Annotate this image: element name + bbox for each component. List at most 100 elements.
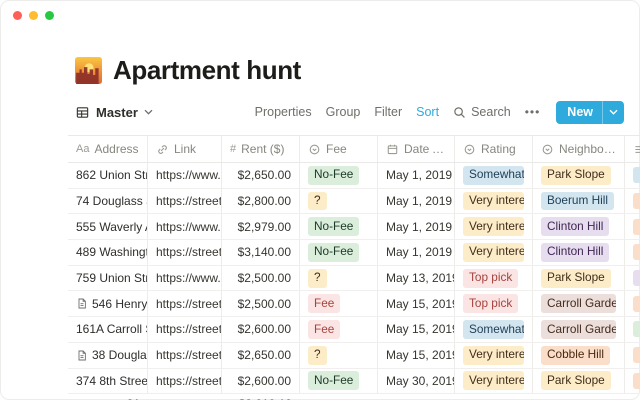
column-header-fee[interactable]: Fee — [300, 136, 378, 162]
table-row[interactable]: 38 Douglass Street https://streeteasy.co… — [68, 343, 640, 369]
cell-rent[interactable]: $2,800.00 — [222, 189, 300, 214]
cell-address[interactable]: 759 Union Street — [68, 266, 148, 291]
cell-link[interactable]: https://streeteasy.com — [148, 291, 222, 316]
cell-clipped[interactable] — [625, 266, 640, 291]
cell-rating[interactable]: Somewhat interested — [455, 163, 533, 188]
view-tab-master[interactable]: Master — [75, 105, 153, 120]
more-options-button[interactable]: ••• — [525, 105, 541, 119]
table-row[interactable]: 374 8th Street https://streeteasy.com $2… — [68, 369, 640, 395]
column-header-rating[interactable]: Rating — [455, 136, 533, 162]
cell-address[interactable]: 374 8th Street — [68, 369, 148, 394]
cell-rent[interactable]: $2,500.00 — [222, 266, 300, 291]
cell-date[interactable]: May 15, 2019 — [378, 291, 455, 316]
cell-link[interactable]: https://www.citihabitats.com — [148, 214, 222, 239]
cell-neighborhood[interactable]: Park Slope — [533, 369, 625, 394]
close-window-button[interactable] — [13, 11, 22, 20]
cell-clipped[interactable] — [625, 369, 640, 394]
cell-address[interactable]: 546 Henry Street — [68, 291, 148, 316]
cell-date[interactable]: May 30, 2019 — [378, 369, 455, 394]
cell-address[interactable]: 161A Carroll Street — [68, 317, 148, 342]
column-header-address[interactable]: Aa Address — [68, 136, 148, 162]
cell-fee[interactable]: ? — [300, 343, 378, 368]
table-row[interactable]: 546 Henry Street https://streeteasy.com … — [68, 291, 640, 317]
cell-fee[interactable]: ? — [300, 266, 378, 291]
cell-address[interactable]: 38 Douglass Street — [68, 343, 148, 368]
cell-rent[interactable]: $2,500.00 — [222, 291, 300, 316]
cell-rating[interactable]: Very interested — [455, 214, 533, 239]
table-row[interactable]: 489 Washington Avenue https://streeteasy… — [68, 240, 640, 266]
cell-link[interactable]: https://streeteasy.com — [148, 189, 222, 214]
cell-rating[interactable]: Top pick — [455, 291, 533, 316]
cell-link[interactable]: https://www.nakedapartments.com — [148, 266, 222, 291]
cell-rating[interactable]: Very interested — [455, 189, 533, 214]
cell-link[interactable]: https://streeteasy.com — [148, 240, 222, 265]
cell-link[interactable]: https://streeteasy.com — [148, 343, 222, 368]
cell-clipped[interactable] — [625, 240, 640, 265]
cell-fee[interactable]: Fee — [300, 317, 378, 342]
cell-fee[interactable]: No-Fee — [300, 214, 378, 239]
cell-date[interactable]: May 1, 2019 — [378, 189, 455, 214]
cell-date[interactable]: May 1, 2019 — [378, 163, 455, 188]
cell-neighborhood[interactable]: Clinton Hill — [533, 214, 625, 239]
page-title[interactable]: Apartment hunt — [113, 55, 301, 86]
sort-button[interactable]: Sort — [416, 105, 439, 119]
cell-link[interactable]: https://streeteasy.com — [148, 317, 222, 342]
cell-date[interactable]: May 1, 2019 — [378, 240, 455, 265]
cell-rent[interactable]: $2,650.00 — [222, 163, 300, 188]
cell-rating[interactable]: Very interested — [455, 343, 533, 368]
new-button-chevron[interactable] — [603, 109, 624, 115]
cell-date[interactable]: May 15, 2019 — [378, 343, 455, 368]
cell-link[interactable]: https://www.nakedapartments.com — [148, 163, 222, 188]
cell-rating[interactable]: Somewhat interested — [455, 317, 533, 342]
table-row[interactable]: 74 Douglass Street https://streeteasy.co… — [68, 189, 640, 215]
column-header-date-available[interactable]: Date Available — [378, 136, 455, 162]
properties-button[interactable]: Properties — [255, 105, 312, 119]
cell-link[interactable]: https://streeteasy.com — [148, 369, 222, 394]
cell-clipped[interactable] — [625, 214, 640, 239]
cell-fee[interactable]: ? — [300, 189, 378, 214]
cell-rating[interactable]: Very interested — [455, 369, 533, 394]
column-header-neighborhood[interactable]: Neighborhood — [533, 136, 625, 162]
cell-neighborhood[interactable]: Boerum Hill — [533, 189, 625, 214]
cell-date[interactable]: May 15, 2019 — [378, 317, 455, 342]
cell-rating[interactable]: Very interested — [455, 240, 533, 265]
cell-clipped[interactable] — [625, 291, 640, 316]
cell-address[interactable]: 489 Washington Avenue — [68, 240, 148, 265]
table-row[interactable]: 759 Union Street https://www.nakedapartm… — [68, 266, 640, 292]
cell-address[interactable]: 862 Union Street — [68, 163, 148, 188]
cell-clipped[interactable] — [625, 189, 640, 214]
cell-rent[interactable]: $3,140.00 — [222, 240, 300, 265]
cell-neighborhood[interactable]: Clinton Hill — [533, 240, 625, 265]
search-button[interactable]: Search — [453, 105, 511, 119]
cell-date[interactable]: May 13, 2019 — [378, 266, 455, 291]
cell-fee[interactable]: Fee — [300, 291, 378, 316]
cell-fee[interactable]: No-Fee — [300, 163, 378, 188]
group-button[interactable]: Group — [326, 105, 361, 119]
column-header-clipped[interactable] — [625, 136, 640, 162]
column-header-link[interactable]: Link — [148, 136, 222, 162]
cell-rent[interactable]: $2,650.00 — [222, 343, 300, 368]
cell-clipped[interactable] — [625, 317, 640, 342]
cell-neighborhood[interactable]: Cobble Hill — [533, 343, 625, 368]
cell-rating[interactable]: Top pick — [455, 266, 533, 291]
table-row[interactable]: 161A Carroll Street https://streeteasy.c… — [68, 317, 640, 343]
minimize-window-button[interactable] — [29, 11, 38, 20]
cell-neighborhood[interactable]: Park Slope — [533, 163, 625, 188]
new-button[interactable]: New — [556, 101, 624, 124]
cell-rent[interactable]: $2,979.00 — [222, 214, 300, 239]
cell-fee[interactable]: No-Fee — [300, 240, 378, 265]
cell-fee[interactable]: No-Fee — [300, 369, 378, 394]
cell-address[interactable]: 74 Douglass Street — [68, 189, 148, 214]
cell-rent[interactable]: $2,600.00 — [222, 369, 300, 394]
filter-button[interactable]: Filter — [374, 105, 402, 119]
cell-neighborhood[interactable]: Carroll Gardens — [533, 291, 625, 316]
cell-address[interactable]: 555 Waverly Avenue — [68, 214, 148, 239]
cell-clipped[interactable] — [625, 163, 640, 188]
table-row[interactable]: 555 Waverly Avenue https://www.citihabit… — [68, 214, 640, 240]
cell-date[interactable]: May 1, 2019 — [378, 214, 455, 239]
cell-clipped[interactable] — [625, 343, 640, 368]
column-header-rent[interactable]: # Rent ($) — [222, 136, 300, 162]
table-row[interactable]: 862 Union Street https://www.nakedapartm… — [68, 163, 640, 189]
cell-neighborhood[interactable]: Carroll Gardens — [533, 317, 625, 342]
city-sunset-page-icon[interactable] — [75, 57, 102, 84]
